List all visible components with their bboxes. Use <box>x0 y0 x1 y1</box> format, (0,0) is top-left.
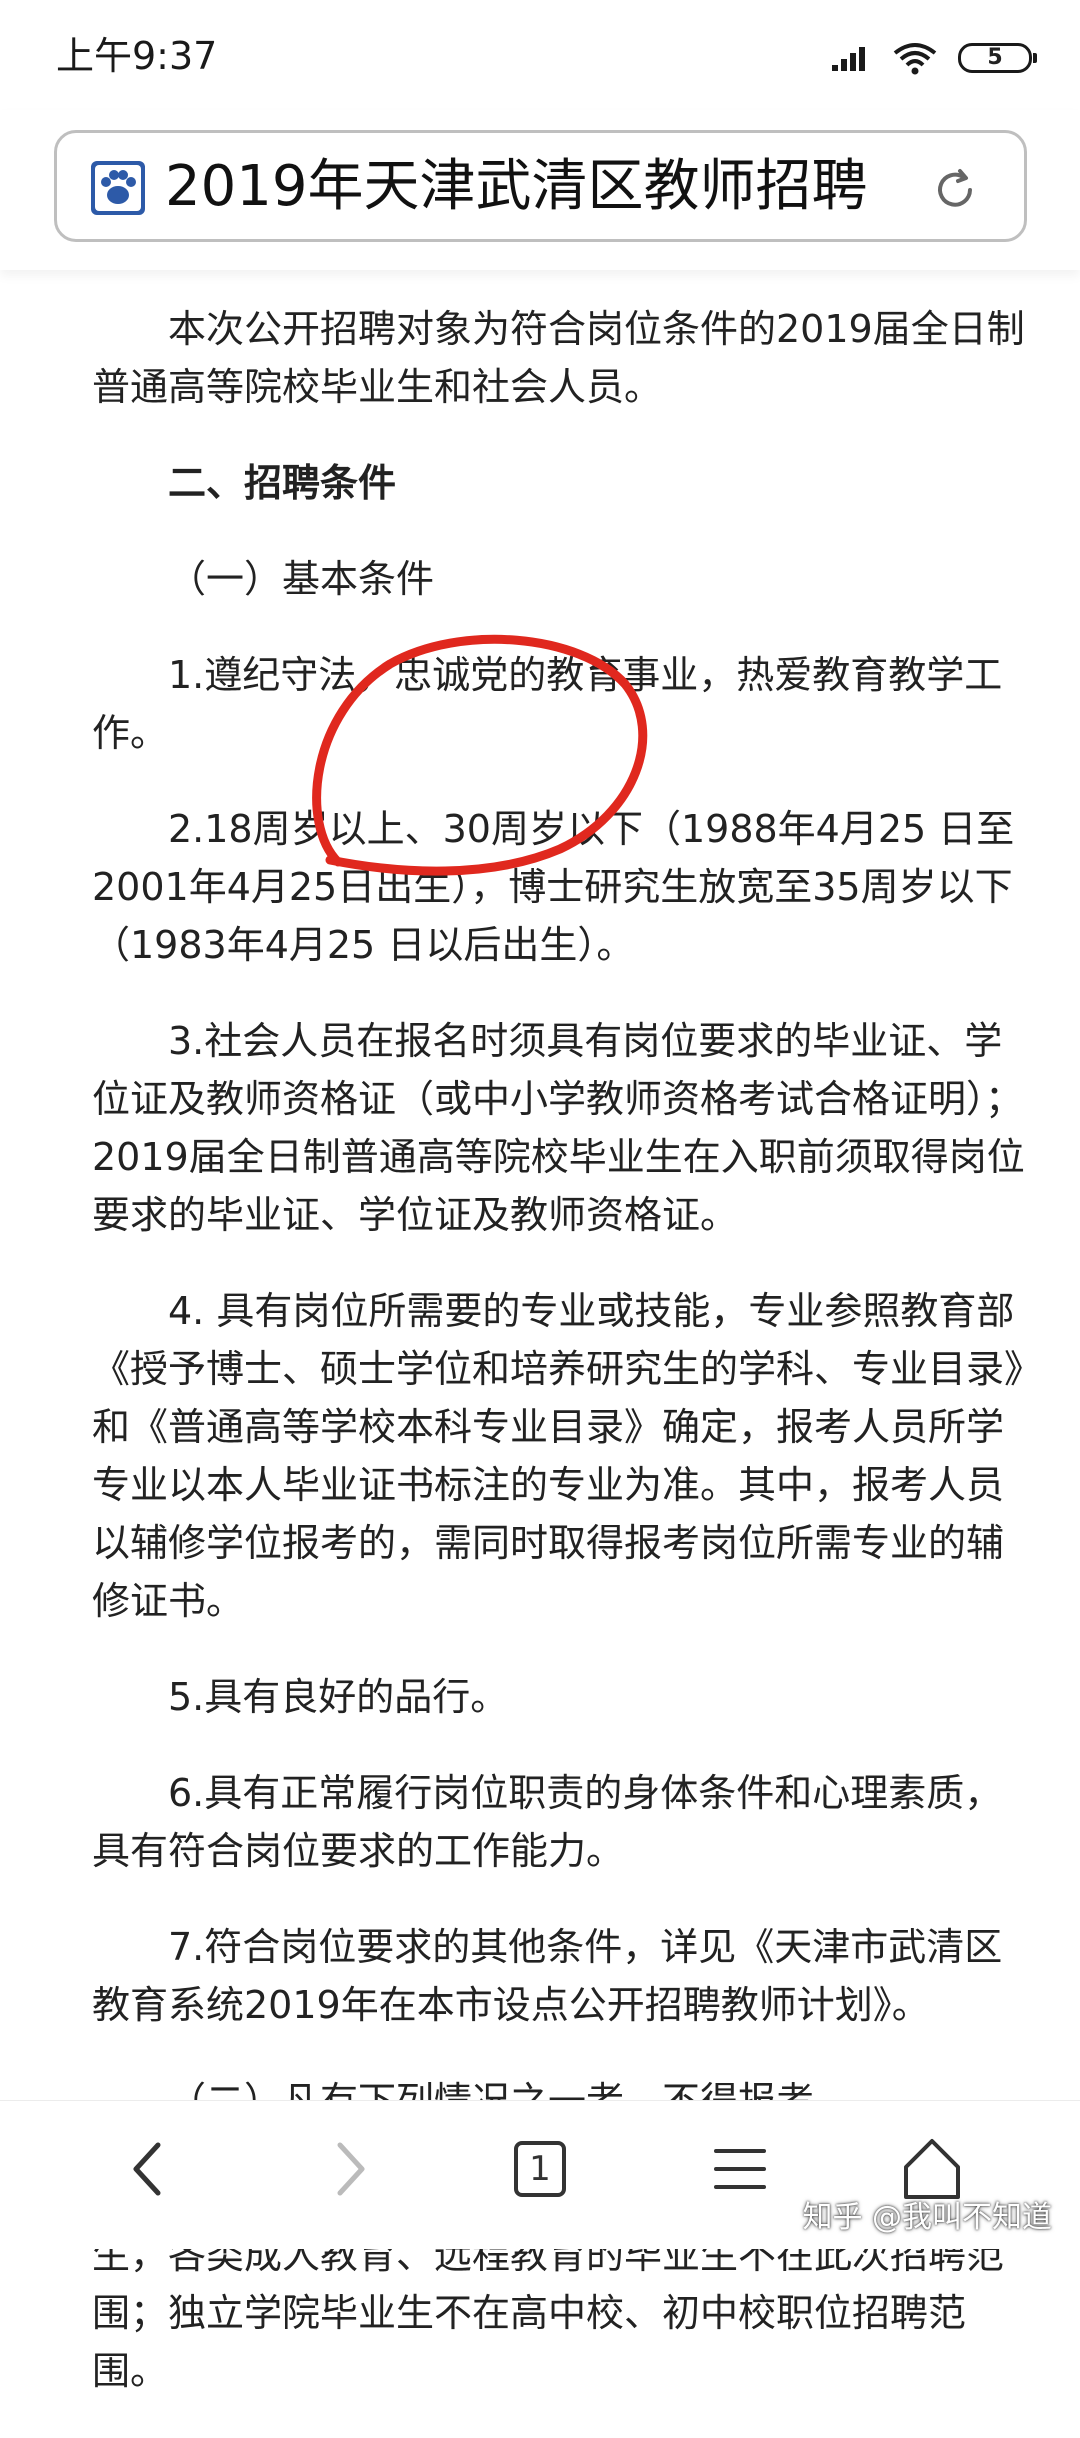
menu-icon[interactable] <box>700 2129 780 2209</box>
tabs-button[interactable]: 1 <box>500 2129 580 2209</box>
back-icon[interactable] <box>108 2129 188 2209</box>
battery-icon: 5 <box>958 43 1037 73</box>
wifi-icon <box>893 43 937 75</box>
paragraph-item: 4. 具有岗位所需要的专业或技能，专业参照教育部《授予博士、硕士学位和培养研究生… <box>92 1289 1024 1623</box>
paragraph-item: 6.具有正常履行岗位职责的身体条件和心理素质，具有符合岗位要求的工作能力。 <box>92 1771 1003 1873</box>
address-bar[interactable]: 2019年天津武清区教师招聘 <box>54 130 1027 242</box>
subsection-heading: （一）基本条件 <box>168 557 435 601</box>
site-favicon-icon <box>91 161 145 215</box>
page-title: 2019年天津武清区教师招聘 <box>165 154 868 219</box>
paragraph-item: 7.符合岗位要求的其他条件，详见《天津市武清区教育系统2019年在本市设点公开招… <box>92 1925 1003 2027</box>
address-bar-container: 2019年天津武清区教师招聘 <box>0 110 1080 270</box>
paragraph-item: 5.具有良好的品行。 <box>168 1675 509 1719</box>
signal-icon <box>832 47 865 71</box>
paragraph-item: 3.社会人员在报名时须具有岗位要求的毕业证、学位证及教师资格证（或中小学教师资格… <box>92 1019 1025 1237</box>
paragraph-intro: 本次公开招聘对象为符合岗位条件的2019届全日制普通高等院校毕业生和社会人员。 <box>92 307 1025 409</box>
status-bar: 上午9:37 5 <box>0 0 1080 110</box>
watermark: 知乎 @我叫不知道 <box>802 2200 1052 2235</box>
status-icons: 5 <box>832 38 1037 78</box>
paragraph-item: 2.18周岁以上、30周岁以下（1988年4月25 日至2001年4月25日出生… <box>92 807 1015 967</box>
paragraph-item: 1.遵纪守法，忠诚党的教育事业，热爱教育教学工作。 <box>92 653 1003 755</box>
home-icon[interactable] <box>892 2129 972 2209</box>
forward-icon[interactable] <box>310 2129 390 2209</box>
status-time: 上午9:37 <box>56 34 218 78</box>
section-heading: 二、招聘条件 <box>168 461 397 505</box>
tab-count: 1 <box>529 2149 551 2189</box>
refresh-icon[interactable] <box>930 165 980 215</box>
